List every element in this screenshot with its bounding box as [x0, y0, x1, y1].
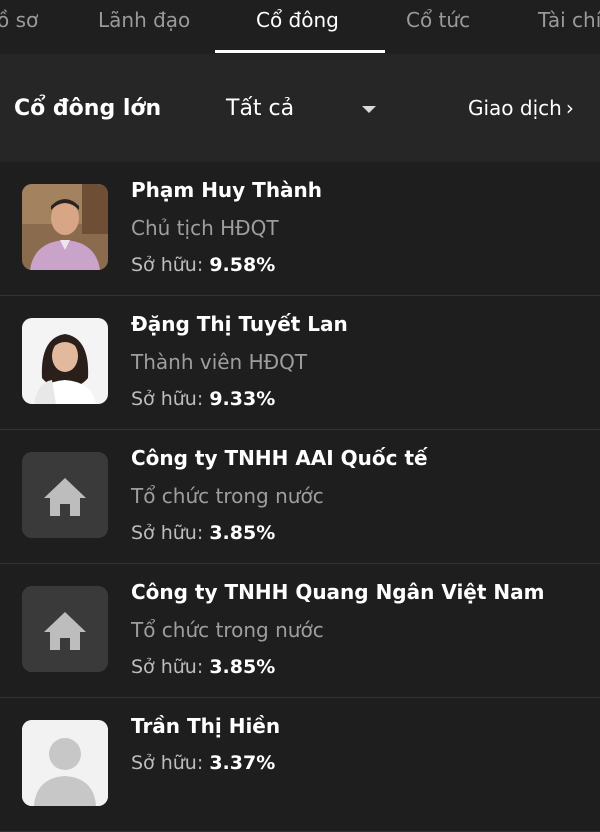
ownership-text: Sở hữu: 3.85%	[131, 656, 275, 678]
section-title: Cổ đông lớn	[14, 96, 162, 121]
avatar-photo	[22, 184, 108, 270]
ownership-value: 3.85%	[209, 522, 276, 544]
tab-profile[interactable]: Hồ sơ	[0, 8, 38, 32]
ownership-label: Sở hữu:	[131, 388, 204, 410]
ownership-text: Sở hữu: 9.58%	[131, 254, 275, 276]
transactions-link[interactable]: Giao dịch ›	[468, 96, 574, 120]
ownership-label: Sở hữu:	[131, 522, 204, 544]
organization-avatar	[22, 452, 108, 538]
top-tab-bar: Hồ sơ Lãnh đạo Cổ đông Cổ tức Tài chính	[0, 0, 600, 54]
tab-dividends[interactable]: Cổ tức	[406, 8, 470, 32]
organization-avatar	[22, 586, 108, 672]
home-icon	[22, 452, 108, 538]
ownership-text: Sở hữu: 9.33%	[131, 388, 275, 410]
shareholder-role: Thành viên HĐQT	[131, 350, 308, 374]
ownership-label: Sở hữu:	[131, 752, 204, 774]
shareholder-row[interactable]: Trần Thị Hiền Sở hữu: 3.37%	[0, 698, 600, 832]
ownership-label: Sở hữu:	[131, 656, 204, 678]
shareholder-row[interactable]: Đặng Thị Tuyết Lan Thành viên HĐQT Sở hữ…	[0, 296, 600, 430]
ownership-text: Sở hữu: 3.37%	[131, 752, 275, 774]
filter-value: Tất cả	[226, 96, 295, 121]
ownership-value: 3.85%	[209, 656, 276, 678]
shareholder-role: Chủ tịch HĐQT	[131, 216, 279, 240]
tab-finance[interactable]: Tài chính	[538, 8, 600, 32]
filter-dropdown[interactable]: Tất cả	[226, 94, 386, 124]
shareholder-row[interactable]: Phạm Huy Thành Chủ tịch HĐQT Sở hữu: 9.5…	[0, 162, 600, 296]
ownership-value: 3.37%	[209, 752, 276, 774]
shareholder-name: Công ty TNHH AAI Quốc tế	[131, 446, 428, 470]
shareholder-role: Tổ chức trong nước	[131, 618, 324, 642]
shareholder-name: Phạm Huy Thành	[131, 178, 323, 202]
home-icon	[22, 586, 108, 672]
shareholder-row[interactable]: Công ty TNHH Quang Ngân Việt Nam Tổ chức…	[0, 564, 600, 698]
ownership-value: 9.58%	[209, 254, 276, 276]
shareholder-name: Trần Thị Hiền	[131, 714, 281, 738]
chevron-right-icon: ›	[565, 96, 574, 120]
ownership-value: 9.33%	[209, 388, 276, 410]
shareholder-row[interactable]: Công ty TNHH AAI Quốc tế Tổ chức trong n…	[0, 430, 600, 564]
section-header: Cổ đông lớn Tất cả Giao dịch ›	[0, 54, 600, 162]
active-tab-indicator	[215, 50, 385, 53]
caret-down-icon	[362, 106, 376, 113]
shareholder-list: Phạm Huy Thành Chủ tịch HĐQT Sở hữu: 9.5…	[0, 162, 600, 832]
shareholder-name: Công ty TNHH Quang Ngân Việt Nam	[131, 580, 545, 604]
person-placeholder-icon	[22, 720, 108, 806]
ownership-text: Sở hữu: 3.85%	[131, 522, 275, 544]
shareholder-role: Tổ chức trong nước	[131, 484, 324, 508]
shareholder-name: Đặng Thị Tuyết Lan	[131, 312, 348, 336]
ownership-label: Sở hữu:	[131, 254, 204, 276]
tab-leadership[interactable]: Lãnh đạo	[98, 8, 190, 32]
avatar-photo	[22, 318, 108, 404]
transactions-link-label: Giao dịch	[468, 96, 562, 120]
tab-shareholders[interactable]: Cổ đông	[256, 8, 339, 32]
